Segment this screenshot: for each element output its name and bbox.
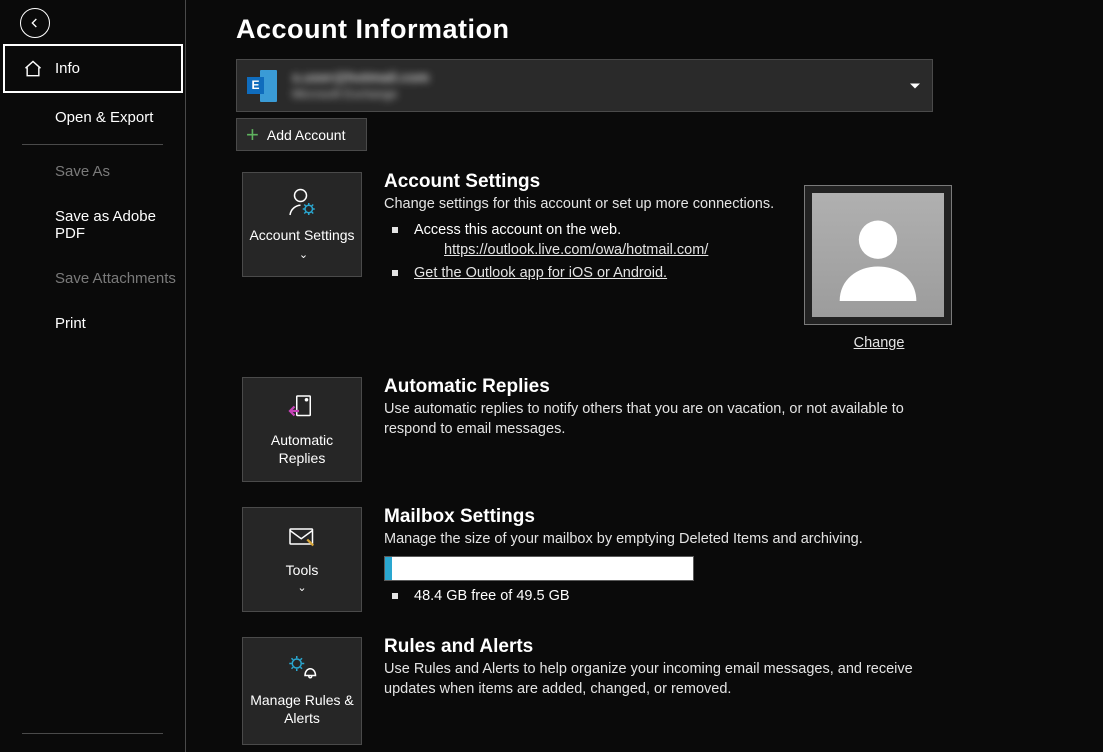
- tile-tools[interactable]: Tools ⌄: [242, 507, 362, 612]
- section-account-settings: Account Settings⌄ Account Settings Chang…: [236, 167, 1103, 352]
- add-account-button[interactable]: + Add Account: [236, 118, 367, 151]
- reply-doc-icon: [284, 390, 320, 426]
- section-desc: Use automatic replies to notify others t…: [384, 400, 944, 439]
- bullet-app-link: Get the Outlook app for iOS or Android.: [384, 262, 784, 284]
- chevron-down-icon: [910, 83, 920, 88]
- section-body: Rules and Alerts Use Rules and Alerts to…: [384, 632, 944, 745]
- section-title: Account Settings: [384, 171, 784, 193]
- sidebar-item-label: Print: [55, 315, 86, 332]
- sidebar-item-save-as: Save As: [0, 149, 185, 194]
- mailbox-usage-bar: [384, 556, 694, 581]
- sidebar-item-save-attachments: Save Attachments: [0, 256, 185, 301]
- envelope-tools-icon: [284, 520, 320, 556]
- add-account-label: Add Account: [267, 127, 346, 143]
- mailbox-free-space: 48.4 GB free of 49.5 GB: [384, 585, 944, 607]
- sidebar-item-label: Save Attachments: [55, 270, 176, 287]
- person-placeholder-icon: [832, 209, 924, 301]
- section-title: Automatic Replies: [384, 376, 944, 398]
- back-button[interactable]: [20, 8, 50, 38]
- account-selector[interactable]: E s.user@hotmail.com Microsoft Exchange: [236, 59, 933, 112]
- sidebar-item-label: Open & Export: [55, 109, 153, 126]
- owa-link[interactable]: https://outlook.live.com/owa/hotmail.com…: [444, 242, 708, 258]
- outlook-app-link[interactable]: Get the Outlook app for iOS or Android.: [414, 265, 667, 281]
- section-desc: Manage the size of your mailbox by empty…: [384, 530, 944, 550]
- account-identity: s.user@hotmail.com Microsoft Exchange: [292, 69, 429, 102]
- sidebar: Info Open & Export Save As Save as Adobe…: [0, 0, 186, 752]
- tile-manage-rules[interactable]: Manage Rules & Alerts: [242, 637, 362, 745]
- page-title: Account Information: [236, 14, 1103, 45]
- home-icon: [23, 59, 43, 79]
- tile-label: Account Settings⌄: [247, 227, 357, 262]
- section-desc: Change settings for this account or set …: [384, 195, 784, 215]
- profile-photo: Change: [804, 185, 954, 352]
- person-gear-icon: [284, 185, 320, 221]
- section-title: Mailbox Settings: [384, 506, 944, 528]
- section-desc: Use Rules and Alerts to help organize yo…: [384, 660, 944, 699]
- section-body: Mailbox Settings Manage the size of your…: [384, 502, 944, 612]
- sidebar-item-label: Save As: [55, 163, 110, 180]
- tile-label: Tools: [247, 562, 357, 580]
- section-rules-alerts: Manage Rules & Alerts Rules and Alerts U…: [236, 632, 1103, 745]
- divider: [22, 144, 163, 145]
- sidebar-item-open-export[interactable]: Open & Export: [0, 95, 185, 140]
- exchange-icon: E: [247, 70, 277, 102]
- tile-label: Automatic Replies: [247, 432, 357, 467]
- sidebar-item-info[interactable]: Info: [3, 44, 183, 93]
- divider: [22, 733, 163, 734]
- tile-label: Manage Rules & Alerts: [247, 692, 357, 727]
- gear-bell-icon: [284, 650, 320, 686]
- section-mailbox-settings: Tools ⌄ Mailbox Settings Manage the size…: [236, 502, 1103, 612]
- main-panel: Account Information E s.user@hotmail.com…: [186, 0, 1103, 752]
- sidebar-item-label: Info: [55, 60, 80, 77]
- plus-icon: +: [246, 122, 259, 148]
- tile-account-settings[interactable]: Account Settings⌄: [242, 172, 362, 277]
- change-photo-link[interactable]: Change: [854, 335, 905, 351]
- sidebar-item-label: Save as Adobe PDF: [55, 208, 156, 242]
- section-body: Automatic Replies Use automatic replies …: [384, 372, 944, 482]
- section-automatic-replies: Automatic Replies Automatic Replies Use …: [236, 372, 1103, 482]
- tile-automatic-replies[interactable]: Automatic Replies: [242, 377, 362, 482]
- section-title: Rules and Alerts: [384, 636, 944, 658]
- photo-frame: [804, 185, 952, 325]
- section-body: Account Settings Change settings for thi…: [384, 167, 784, 352]
- sidebar-item-save-adobe-pdf[interactable]: Save as Adobe PDF: [0, 194, 185, 256]
- bullet-web-access: Access this account on the web. https://…: [384, 219, 784, 262]
- arrow-left-icon: [27, 15, 43, 31]
- sidebar-item-print[interactable]: Print: [0, 301, 185, 346]
